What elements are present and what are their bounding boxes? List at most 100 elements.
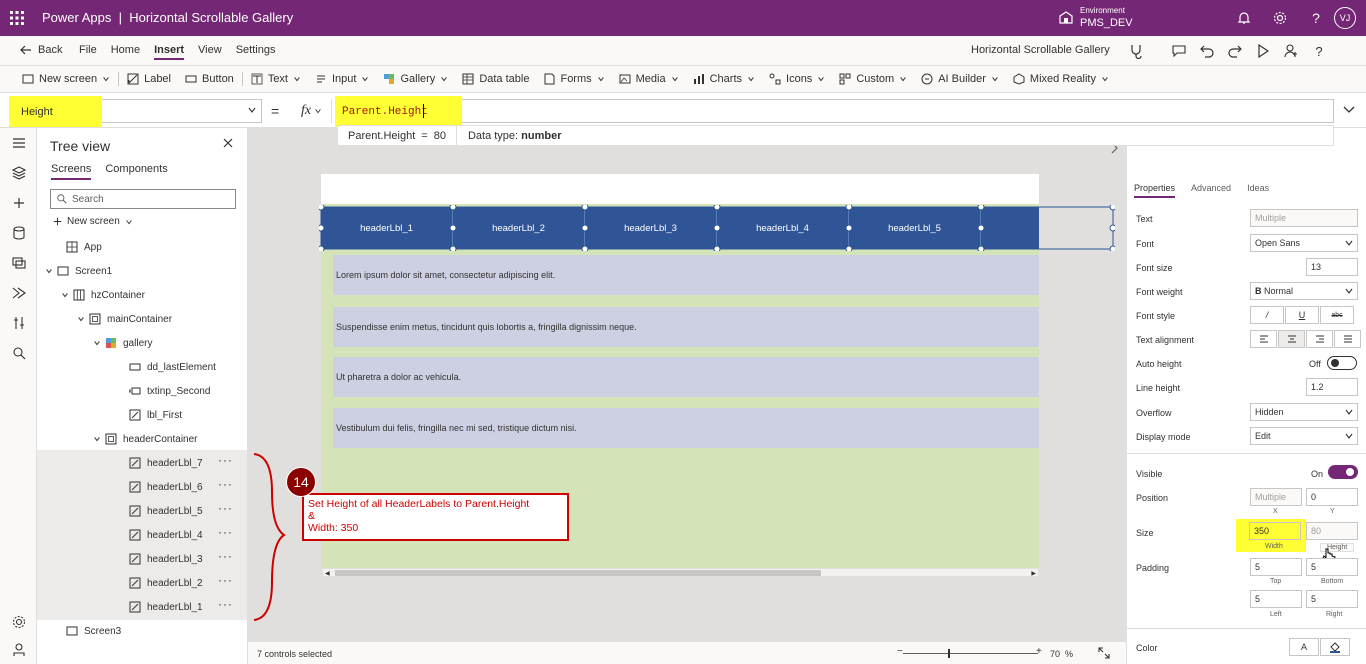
property-selector[interactable]: Height (9, 96, 262, 127)
padding-bottom-field[interactable]: 5 (1306, 558, 1358, 576)
ribbon-button-button[interactable]: Button (185, 73, 234, 85)
ribbon-data-table-button[interactable]: Data table (462, 73, 529, 85)
tab-screens[interactable]: Screens (51, 163, 92, 180)
selection-handles[interactable] (319, 205, 1115, 251)
resize-handle[interactable] (449, 224, 457, 232)
help-icon[interactable]: ? (1298, 0, 1334, 36)
app-launcher-icon[interactable] (10, 11, 24, 25)
zoom-thumb[interactable] (947, 649, 950, 658)
resize-handle[interactable] (581, 224, 589, 232)
ribbon-charts-button[interactable]: Charts (693, 73, 755, 85)
gallery-row[interactable]: Vestibulum dui felis, fringilla nec mi s… (333, 408, 1039, 448)
scroll-right-icon[interactable]: ▶ (1031, 570, 1036, 577)
search-icon[interactable] (10, 344, 28, 362)
tree-node[interactable]: dd_lastElement (129, 355, 216, 379)
overflow-dropdown[interactable]: Hidden (1250, 403, 1358, 421)
formula-input[interactable]: Parent.Height (335, 96, 1334, 127)
zoom-in-icon[interactable]: + (1036, 646, 1042, 657)
auto-height-toggle[interactable] (1327, 356, 1357, 370)
menu-home[interactable]: Home (111, 44, 140, 60)
tree-node[interactable]: mainContainer (77, 307, 172, 331)
resize-handle[interactable] (977, 245, 985, 251)
tab-ideas[interactable]: Ideas (1247, 183, 1269, 198)
menu-settings[interactable]: Settings (236, 44, 276, 60)
tree-node[interactable]: hzContainer (61, 283, 145, 307)
visible-toggle[interactable] (1328, 465, 1358, 479)
tree-node[interactable]: gallery (93, 331, 152, 355)
padding-right-field[interactable]: 5 (1306, 590, 1358, 608)
data-icon[interactable] (10, 224, 28, 242)
align-right-button[interactable] (1306, 330, 1333, 348)
settings-gear-icon[interactable] (10, 613, 28, 631)
resize-handle[interactable] (319, 224, 325, 232)
justify-button[interactable] (1334, 330, 1361, 348)
comments-icon[interactable] (1168, 40, 1190, 62)
scrollbar-thumb[interactable] (335, 570, 821, 576)
tree-node[interactable]: headerLbl_4 (129, 523, 203, 547)
line-height-field[interactable]: 1.2 (1306, 378, 1358, 396)
advanced-tools-icon[interactable] (10, 314, 28, 332)
insert-plus-icon[interactable] (10, 194, 28, 212)
play-icon[interactable] (1252, 40, 1274, 62)
chevron-down-icon[interactable] (77, 315, 87, 323)
settings-icon[interactable] (1262, 0, 1298, 36)
ribbon-new-screen-button[interactable]: New screen (22, 73, 110, 85)
ribbon-forms-button[interactable]: Forms (543, 73, 604, 85)
resize-handle[interactable] (1109, 245, 1115, 251)
display-mode-dropdown[interactable]: Edit (1250, 427, 1358, 445)
resize-handle[interactable] (449, 245, 457, 251)
horizontal-scrollbar[interactable]: ◀ ▶ (322, 568, 1039, 577)
chevron-down-icon[interactable] (61, 291, 71, 299)
virtual-agent-icon[interactable] (10, 641, 28, 659)
underline-button[interactable]: U (1285, 306, 1319, 324)
menu-insert[interactable]: Insert (154, 44, 185, 60)
resize-handle[interactable] (845, 245, 853, 251)
tab-components[interactable]: Components (105, 163, 167, 180)
more-options-icon[interactable]: ··· (218, 549, 233, 563)
resize-handle[interactable] (845, 224, 853, 232)
menu-file[interactable]: File (79, 44, 97, 60)
resize-handle[interactable] (449, 205, 457, 211)
tab-advanced[interactable]: Advanced (1191, 183, 1231, 198)
resize-handle[interactable] (713, 224, 721, 232)
more-options-icon[interactable]: ··· (218, 501, 233, 515)
align-left-button[interactable] (1250, 330, 1277, 348)
avatar[interactable]: VJ (1334, 7, 1356, 29)
ribbon-custom-button[interactable]: Custom (839, 73, 907, 85)
tree-view-icon[interactable] (10, 164, 28, 182)
ribbon-gallery-button[interactable]: Gallery (383, 73, 448, 85)
share-icon[interactable] (1280, 40, 1302, 62)
help-question-icon[interactable]: ? (1308, 40, 1330, 62)
tree-node[interactable]: txtinp_Second (129, 379, 210, 403)
gallery-row[interactable]: Suspendisse enim metus, tincidunt quis l… (333, 307, 1039, 347)
font-weight-dropdown[interactable]: B Normal (1250, 282, 1358, 300)
ribbon-mixed-reality-button[interactable]: Mixed Reality (1013, 73, 1109, 85)
environment-picker[interactable]: Environment PMS_DEV (1058, 5, 1133, 29)
chevron-down-icon[interactable] (45, 267, 55, 275)
expand-formula-icon[interactable] (1342, 105, 1356, 115)
position-x-field[interactable]: Multiple (1250, 488, 1302, 506)
ribbon-text-button[interactable]: Text (251, 73, 301, 85)
resize-handle[interactable] (977, 205, 985, 211)
chevron-down-icon[interactable] (93, 435, 103, 443)
tree-node[interactable]: headerLbl_6 (129, 475, 203, 499)
ribbon-icons-button[interactable]: Icons (769, 73, 825, 85)
fit-to-window-icon[interactable] (1098, 647, 1110, 659)
more-options-icon[interactable]: ··· (218, 525, 233, 539)
width-field[interactable]: 350 (1249, 522, 1301, 540)
media-library-icon[interactable] (10, 254, 28, 272)
resize-handle[interactable] (1109, 205, 1115, 211)
menu-view[interactable]: View (198, 44, 222, 60)
new-screen-button[interactable]: New screen (53, 216, 133, 227)
tree-search-input[interactable]: Search (50, 189, 236, 209)
close-icon[interactable] (223, 138, 233, 148)
tree-node[interactable]: headerLbl_3 (129, 547, 203, 571)
position-y-field[interactable]: 0 (1306, 488, 1358, 506)
font-dropdown[interactable]: Open Sans (1250, 234, 1358, 252)
tree-node[interactable]: headerLbl_2 (129, 571, 203, 595)
padding-left-field[interactable]: 5 (1250, 590, 1302, 608)
resize-handle[interactable] (713, 205, 721, 211)
zoom-slider[interactable]: − + 70 % (897, 646, 1083, 661)
fx-button[interactable]: fx (292, 99, 332, 123)
more-options-icon[interactable]: ··· (218, 477, 233, 491)
